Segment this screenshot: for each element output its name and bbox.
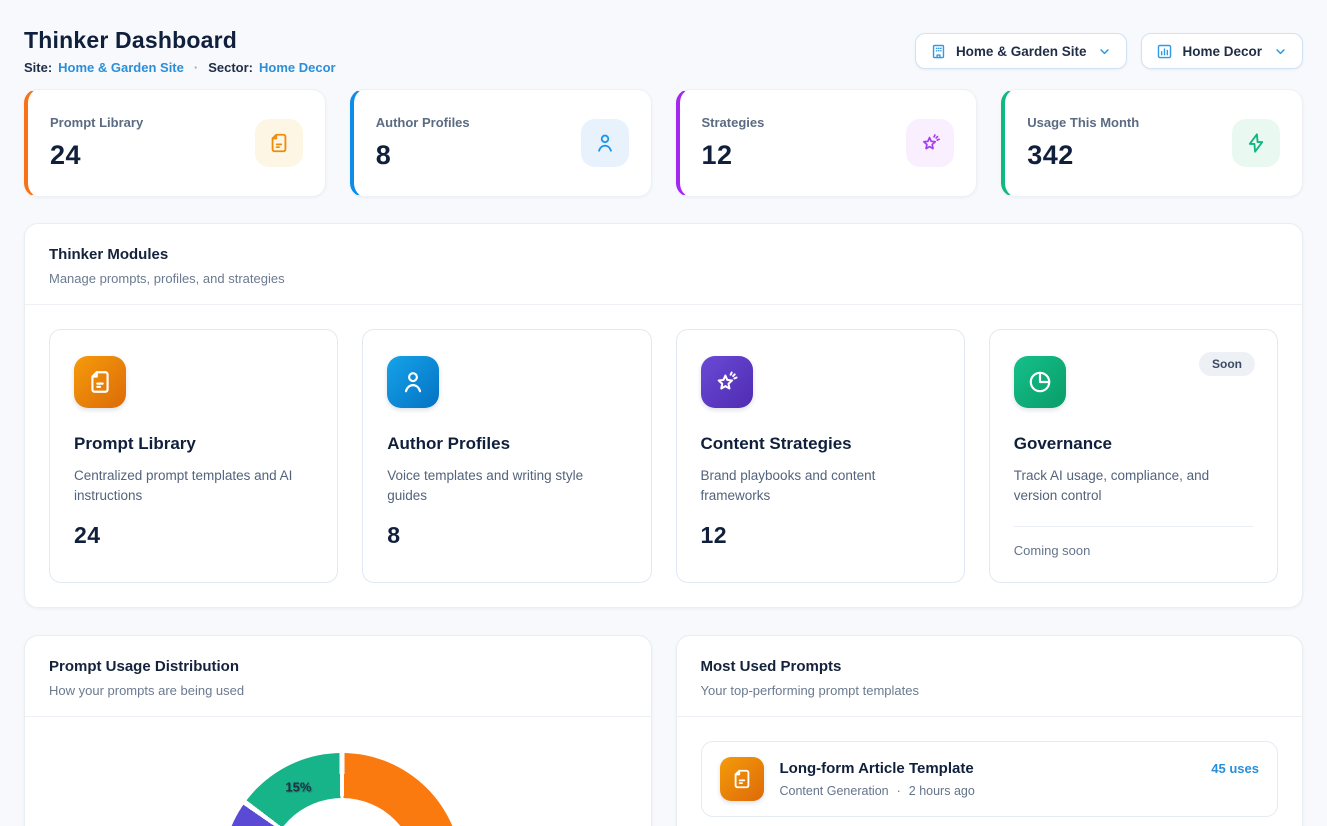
breadcrumb: Site: Home & Garden Site · Sector: Home … <box>24 60 336 75</box>
module-title: Prompt Library <box>74 434 313 454</box>
chevron-down-icon <box>1097 44 1112 59</box>
module-title: Author Profiles <box>387 434 626 454</box>
module-card-governance[interactable]: Soon Governance Track AI usage, complian… <box>989 329 1278 583</box>
prompt-time: 2 hours ago <box>909 784 975 798</box>
stat-card-author-profiles: Author Profiles 8 <box>350 89 652 197</box>
user-icon <box>387 356 439 408</box>
topbar: Thinker Dashboard Site: Home & Garden Si… <box>24 24 1303 75</box>
module-description: Brand playbooks and content frameworks <box>701 466 940 506</box>
module-description: Track AI usage, compliance, and version … <box>1014 466 1253 506</box>
site-selector-label: Home & Garden Site <box>956 44 1087 59</box>
stat-card-prompt-library: Prompt Library 24 <box>24 89 326 197</box>
prompt-usage-panel: Prompt Usage Distribution How your promp… <box>24 635 652 826</box>
sector-selector-label: Home Decor <box>1182 44 1262 59</box>
site-selector-dropdown[interactable]: Home & Garden Site <box>915 33 1128 69</box>
slice-percentage-label: 15% <box>285 780 311 795</box>
module-count: 24 <box>74 522 313 549</box>
most-used-prompts-panel: Most Used Prompts Your top-performing pr… <box>676 635 1304 826</box>
stat-label: Strategies <box>702 115 765 130</box>
stat-label: Author Profiles <box>376 115 470 130</box>
module-title: Governance <box>1014 434 1253 454</box>
soon-badge: Soon <box>1199 352 1255 376</box>
site-link[interactable]: Home & Garden Site <box>58 60 184 75</box>
chevron-down-icon <box>1273 44 1288 59</box>
sector-label: Sector: <box>208 60 253 75</box>
prompt-uses-badge: 45 uses <box>1211 761 1259 776</box>
module-card-author-profiles[interactable]: Author Profiles Voice templates and writ… <box>362 329 651 583</box>
file-text-icon <box>255 119 303 167</box>
sector-selector-dropdown[interactable]: Home Decor <box>1141 33 1303 69</box>
usage-panel-title: Prompt Usage Distribution <box>49 658 627 675</box>
modules-subtitle: Manage prompts, profiles, and strategies <box>49 271 1278 286</box>
prompt-title: Long-form Article Template <box>780 760 1196 777</box>
bar-chart-icon <box>1156 43 1173 60</box>
meta-separator: · <box>897 784 901 798</box>
stat-value: 12 <box>702 140 765 171</box>
module-count: 8 <box>387 522 626 549</box>
stat-value: 342 <box>1027 140 1139 171</box>
file-text-icon <box>74 356 126 408</box>
sector-link[interactable]: Home Decor <box>259 60 336 75</box>
thinker-modules-section: Thinker Modules Manage prompts, profiles… <box>24 223 1303 608</box>
prompt-usage-donut-chart: 15% <box>25 717 651 826</box>
sparkle-star-icon <box>701 356 753 408</box>
dashboard-page: Thinker Dashboard Site: Home & Garden Si… <box>0 0 1327 826</box>
module-title: Content Strategies <box>701 434 940 454</box>
prompts-panel-title: Most Used Prompts <box>701 658 1279 675</box>
usage-panel-subtitle: How your prompts are being used <box>49 683 627 698</box>
prompts-panel-subtitle: Your top-performing prompt templates <box>701 683 1279 698</box>
page-title: Thinker Dashboard <box>24 24 336 56</box>
prompt-list-item[interactable]: Long-form Article Template Content Gener… <box>701 741 1279 817</box>
building-icon <box>930 43 947 60</box>
stat-label: Usage This Month <box>1027 115 1139 130</box>
module-count: 12 <box>701 522 940 549</box>
file-text-icon <box>720 757 764 801</box>
stat-value: 24 <box>50 140 143 171</box>
stat-label: Prompt Library <box>50 115 143 130</box>
sparkle-star-icon <box>906 119 954 167</box>
modules-title: Thinker Modules <box>49 246 1278 263</box>
zap-icon <box>1232 119 1280 167</box>
stats-row: Prompt Library 24 Author Profiles 8 Stra… <box>24 89 1303 197</box>
prompt-category: Content Generation <box>780 784 889 798</box>
breadcrumb-separator: · <box>194 60 198 75</box>
pie-chart-icon <box>1014 356 1066 408</box>
module-description: Centralized prompt templates and AI inst… <box>74 466 313 506</box>
coming-soon-text: Coming soon <box>1014 526 1253 558</box>
stat-card-usage: Usage This Month 342 <box>1001 89 1303 197</box>
site-label: Site: <box>24 60 52 75</box>
user-icon <box>581 119 629 167</box>
module-card-content-strategies[interactable]: Content Strategies Brand playbooks and c… <box>676 329 965 583</box>
stat-card-strategies: Strategies 12 <box>676 89 978 197</box>
stat-value: 8 <box>376 140 470 171</box>
donut-chart <box>222 753 462 826</box>
module-card-prompt-library[interactable]: Prompt Library Centralized prompt templa… <box>49 329 338 583</box>
module-description: Voice templates and writing style guides <box>387 466 626 506</box>
